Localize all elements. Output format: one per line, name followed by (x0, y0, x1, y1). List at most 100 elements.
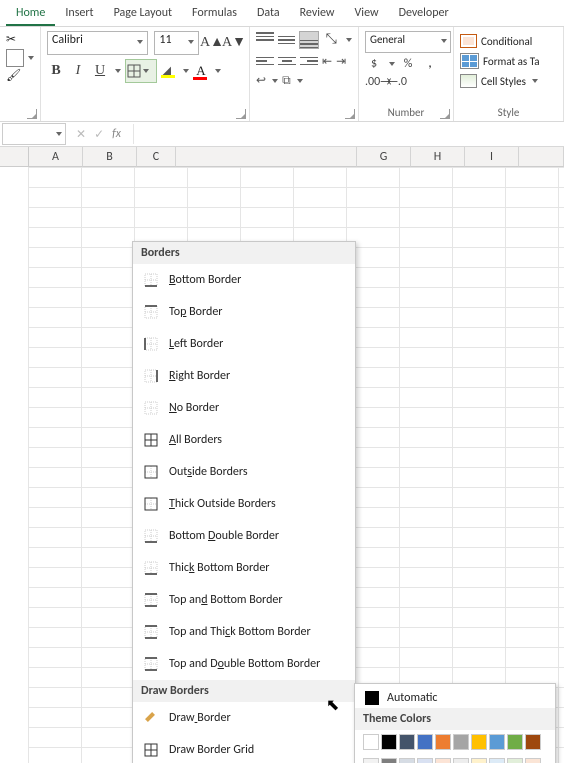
select-all-corner[interactable] (0, 147, 29, 167)
font-size-select[interactable]: 11 (154, 31, 199, 55)
increase-indent-button[interactable]: ⇥ (336, 54, 346, 69)
color-swatch[interactable] (381, 758, 397, 763)
tab-page-layout[interactable]: Page Layout (104, 4, 182, 26)
border-option-top-and-double-bottom-border[interactable]: Top and Double Bottom Border (133, 648, 355, 680)
tab-view[interactable]: View (345, 4, 389, 26)
conditional-formatting-button[interactable]: Conditional (460, 32, 557, 50)
font-name-select[interactable]: Calibri (47, 31, 148, 55)
color-swatch[interactable] (381, 734, 397, 750)
color-swatch[interactable] (489, 734, 505, 750)
column-header[interactable]: A (29, 147, 83, 167)
align-left-button[interactable] (256, 53, 274, 69)
color-swatch[interactable] (399, 734, 415, 750)
color-swatch[interactable] (525, 758, 541, 763)
border-option-bottom-double-border[interactable]: Bottom Double Border (133, 520, 355, 552)
align-middle-button[interactable] (278, 32, 296, 48)
group-label: Style (454, 106, 563, 119)
fill-color-button[interactable]: ◢ (161, 64, 177, 78)
dialog-launcher-icon[interactable] (236, 109, 246, 119)
percent-button[interactable]: % (399, 57, 417, 71)
orientation-button[interactable]: ⤡ (323, 31, 341, 49)
column-header[interactable]: G (357, 147, 411, 167)
color-swatch[interactable] (417, 758, 433, 763)
dialog-launcher-icon[interactable] (27, 109, 37, 119)
chevron-down-icon (272, 79, 278, 83)
color-swatch[interactable] (525, 734, 541, 750)
accounting-button[interactable]: $ (365, 57, 383, 71)
border-option-outside-borders[interactable]: Outside Borders (133, 456, 355, 488)
tab-home[interactable]: Home (6, 4, 55, 26)
column-header[interactable]: B (83, 147, 137, 167)
color-swatch[interactable] (471, 734, 487, 750)
tab-formulas[interactable]: Formulas (182, 4, 247, 26)
chevron-down-icon (28, 56, 34, 60)
color-swatch[interactable] (507, 758, 523, 763)
align-right-button[interactable] (300, 53, 318, 69)
increase-font-icon[interactable]: A▲ (203, 34, 221, 52)
fx-icon[interactable]: fx (112, 127, 121, 141)
formula-input[interactable] (133, 124, 564, 144)
decrease-decimal-button[interactable]: ←.0 (387, 75, 405, 89)
align-center-button[interactable] (278, 53, 296, 69)
color-swatch[interactable] (435, 758, 451, 763)
tab-insert[interactable]: Insert (55, 4, 103, 26)
border-option-draw-border[interactable]: Draw Border (133, 702, 355, 734)
cancel-icon[interactable]: ✕ (76, 127, 86, 142)
tab-developer[interactable]: Developer (389, 4, 459, 26)
group-styles: Conditional Format as Ta Cell Styles Sty… (454, 27, 564, 121)
color-swatch[interactable] (489, 758, 505, 763)
color-swatch[interactable] (417, 734, 433, 750)
cell-styles-button[interactable]: Cell Styles (460, 72, 557, 90)
border-option-no-border[interactable]: No Border (133, 392, 355, 424)
border-option-draw-border-grid[interactable]: Draw Border Grid (133, 734, 355, 763)
automatic-color-button[interactable]: Automatic (355, 688, 555, 708)
border-option-thick-outside-borders[interactable]: Thick Outside Borders (133, 488, 355, 520)
wrap-text-button[interactable]: ↩ (256, 73, 266, 88)
border-option-thick-bottom-border[interactable]: Thick Bottom Border (133, 552, 355, 584)
border-option-all-borders[interactable]: All Borders (133, 424, 355, 456)
copy-button[interactable] (6, 49, 34, 67)
italic-button[interactable]: I (69, 62, 87, 80)
chevron-down-icon (532, 79, 538, 83)
decrease-indent-button[interactable]: ⇤ (322, 54, 332, 69)
number-format-select[interactable]: General (365, 31, 451, 53)
bold-button[interactable]: B (47, 62, 65, 80)
tab-data[interactable]: Data (247, 4, 290, 26)
color-swatch[interactable] (435, 734, 451, 750)
format-as-table-button[interactable]: Format as Ta (460, 52, 557, 70)
increase-decimal-button[interactable]: .00→ (365, 75, 383, 89)
border-option-bottom-border[interactable]: Bottom Border (133, 264, 355, 296)
font-color-button[interactable]: A (193, 63, 209, 79)
comma-button[interactable]: , (421, 57, 439, 71)
borders-button[interactable] (125, 59, 157, 83)
name-box[interactable] (2, 123, 66, 145)
column-header[interactable] (519, 147, 564, 167)
color-swatch[interactable] (453, 734, 469, 750)
merge-button[interactable]: ⧉ (282, 74, 291, 88)
enter-icon[interactable]: ✓ (94, 127, 104, 142)
color-swatch[interactable] (507, 734, 523, 750)
worksheet-grid[interactable]: A B C G H I Borders Bottom BorderTop Bor… (0, 147, 564, 763)
column-header[interactable]: H (411, 147, 465, 167)
border-option-left-border[interactable]: Left Border (133, 328, 355, 360)
cut-button[interactable]: ✂ (6, 31, 34, 49)
border-option-top-border[interactable]: Top Border (133, 296, 355, 328)
color-swatch[interactable] (471, 758, 487, 763)
column-header[interactable]: I (465, 147, 519, 167)
underline-button[interactable]: U (91, 62, 109, 80)
border-option-top-and-thick-bottom-border[interactable]: Top and Thick Bottom Border (133, 616, 355, 648)
format-painter-button[interactable]: 🖌 (6, 67, 34, 85)
color-swatch[interactable] (399, 758, 415, 763)
dialog-launcher-icon[interactable] (345, 109, 355, 119)
color-swatch[interactable] (363, 758, 379, 763)
align-top-button[interactable] (256, 32, 274, 48)
border-option-right-border[interactable]: Right Border (133, 360, 355, 392)
border-option-top-and-bottom-border[interactable]: Top and Bottom Border (133, 584, 355, 616)
column-header[interactable]: C (137, 147, 176, 167)
color-swatch[interactable] (363, 734, 379, 750)
align-bottom-button[interactable] (299, 31, 319, 49)
color-swatch[interactable] (453, 758, 469, 763)
tab-review[interactable]: Review (290, 4, 345, 26)
dialog-launcher-icon[interactable] (440, 109, 450, 119)
decrease-font-icon[interactable]: A▼ (225, 34, 243, 52)
